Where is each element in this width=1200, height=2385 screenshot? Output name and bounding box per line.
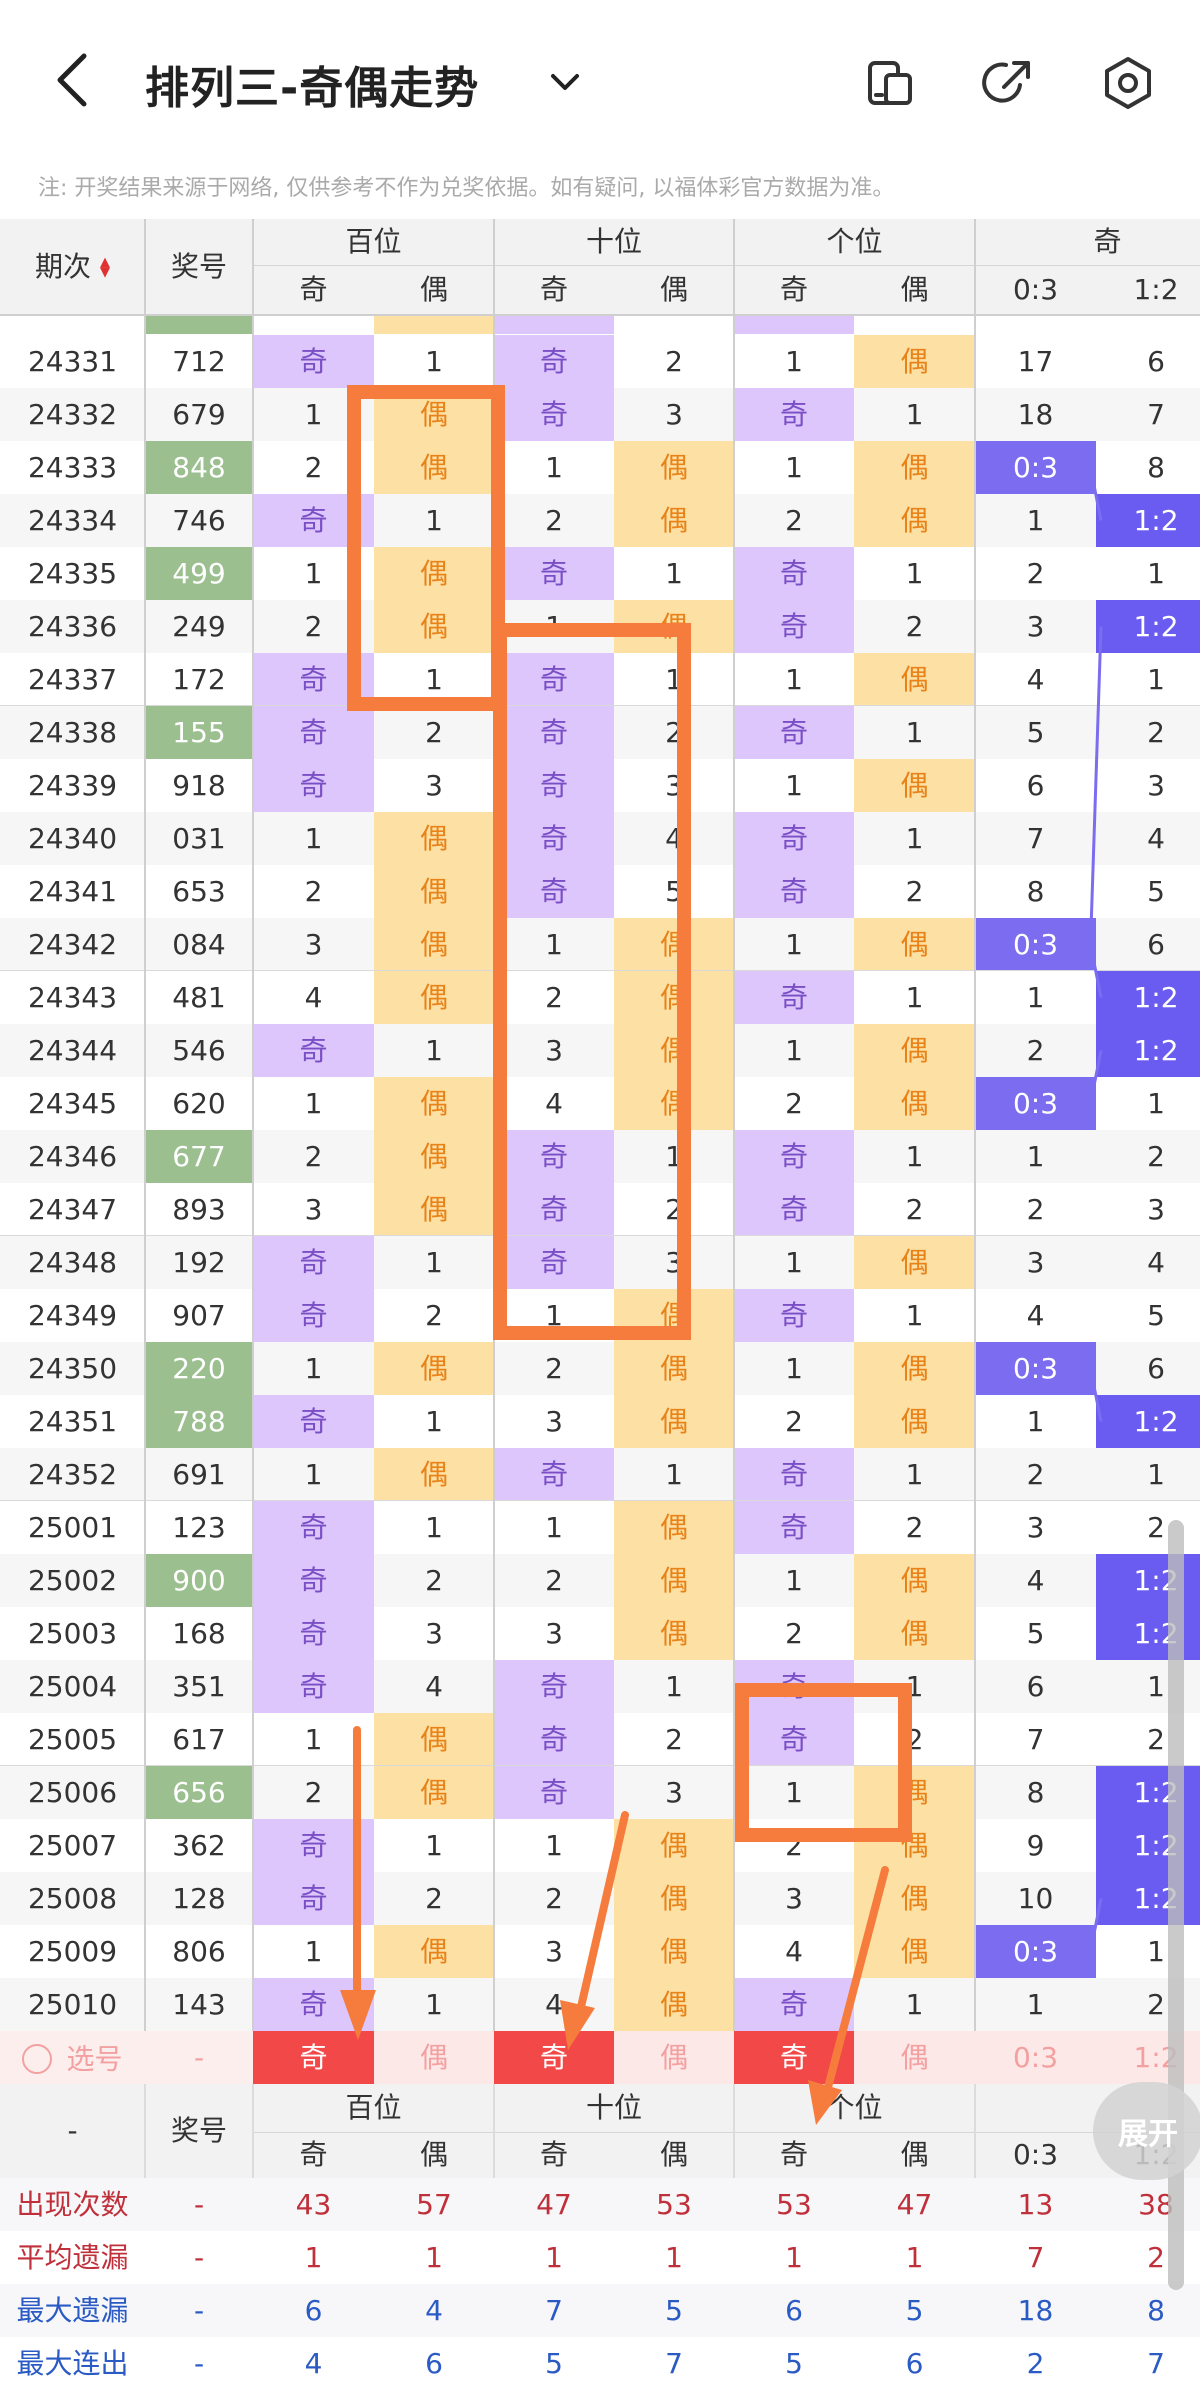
summary-label: 出现次数 xyxy=(16,2188,129,2221)
footer-sub-header: 奇 xyxy=(734,2132,854,2178)
summary-value: 7 xyxy=(545,2294,563,2327)
select-label: 选号 xyxy=(66,2042,123,2076)
summary-value: 6 xyxy=(425,2347,443,2380)
summary-value: 1 xyxy=(545,2241,563,2274)
summary-value: 6 xyxy=(304,2294,323,2327)
footer-group-header: 个位 xyxy=(734,2084,975,2132)
summary-value: 5 xyxy=(545,2347,563,2380)
summary-value: 4 xyxy=(304,2347,323,2380)
summary-value: 1 xyxy=(665,2241,683,2274)
summary-value: 1 xyxy=(425,2241,443,2274)
disclaimer-note: 注: 开奖结果来源于网络, 仅供参考不作为兑奖依据。如有疑问, 以福体彩官方数据… xyxy=(38,176,895,201)
footer-sub-header: 偶 xyxy=(614,2132,734,2178)
trend-connector xyxy=(1089,1898,1103,1952)
radio-icon[interactable] xyxy=(22,2044,53,2074)
footer-sub-header: 奇 xyxy=(494,2132,614,2178)
trend-table: 期次 ▲ ▼ 奖号 百位 十位 个位奇奇偶奇偶奇偶 0:3 1:2 24331 712 奇 1 奇 2 1 偶… xyxy=(0,219,1200,2385)
summary-value: 4 xyxy=(425,2294,443,2327)
summary-dash: - xyxy=(193,2347,205,2380)
trend-connector xyxy=(1089,626,1103,945)
summary-value: 1 xyxy=(785,2241,803,2274)
summary-value: 38 xyxy=(1138,2188,1174,2221)
summary-label: 最大遗漏 xyxy=(16,2294,129,2327)
footer-sub-header: 奇 xyxy=(253,2132,374,2178)
select-button[interactable]: 奇 xyxy=(734,2031,854,2084)
summary-value: 7 xyxy=(665,2347,683,2380)
summary-value: 5 xyxy=(905,2294,924,2327)
select-button[interactable]: 奇 xyxy=(253,2031,374,2084)
summary-dash: - xyxy=(193,2294,205,2327)
select-button[interactable]: 1:2 xyxy=(1096,2031,1200,2084)
page-title[interactable]: 排列三-奇偶走势 xyxy=(145,52,479,116)
summary-value: 6 xyxy=(905,2347,924,2380)
phone-icon[interactable] xyxy=(862,55,918,111)
footer-number-header: 奖号 xyxy=(145,2084,253,2178)
share-icon[interactable] xyxy=(980,55,1036,111)
summary-dash: - xyxy=(193,2188,205,2221)
summary-value: 53 xyxy=(776,2188,812,2221)
ratio-trend-lines xyxy=(1089,467,1103,1952)
summary-value: 6 xyxy=(785,2294,803,2327)
summary-value: 1 xyxy=(905,2241,924,2274)
trend-connector xyxy=(1089,944,1103,998)
summary-label: 最大连出 xyxy=(16,2347,129,2380)
select-row-label[interactable]: 选号 xyxy=(0,2031,145,2084)
footer-group-header: 百位 xyxy=(253,2084,494,2132)
trend-connector xyxy=(1089,467,1103,521)
summary-value: 43 xyxy=(295,2188,332,2221)
select-button[interactable]: 0:3 xyxy=(975,2031,1096,2084)
expand-button[interactable]: 展开 xyxy=(1093,2082,1200,2180)
summary-value: 2 xyxy=(1147,2241,1165,2274)
trend-connector xyxy=(1089,1050,1103,1104)
summary-label: 平均遗漏 xyxy=(16,2241,129,2274)
footer-sub-header: 偶 xyxy=(374,2132,494,2178)
summary-value: 18 xyxy=(1017,2294,1054,2327)
top-bar: 排列三-奇偶走势 xyxy=(0,0,1200,150)
summary-value: 47 xyxy=(536,2188,572,2221)
summary-value: 57 xyxy=(416,2188,452,2221)
footer-sub-header: 偶 xyxy=(854,2132,975,2178)
summary-value: 13 xyxy=(1017,2188,1054,2221)
summary-value: 7 xyxy=(1026,2241,1045,2274)
summary-value: 5 xyxy=(665,2294,683,2327)
summary-value: 53 xyxy=(656,2188,692,2221)
summary-dash: - xyxy=(193,2241,205,2274)
settings-icon[interactable] xyxy=(1100,55,1156,111)
summary-value: 5 xyxy=(785,2347,803,2380)
select-button[interactable]: 偶 xyxy=(854,2031,975,2084)
trend-connector xyxy=(1089,1368,1103,1422)
select-button[interactable]: 偶 xyxy=(374,2031,494,2084)
select-dash: - xyxy=(193,2041,205,2074)
select-button[interactable]: 奇 xyxy=(494,2031,614,2084)
footer-sub-header: 0:3 xyxy=(975,2132,1096,2178)
summary-value: 47 xyxy=(896,2188,933,2221)
footer-group-header: 十位 xyxy=(494,2084,734,2132)
chevron-down-icon[interactable] xyxy=(545,62,585,102)
footer-first: - xyxy=(0,2084,145,2178)
summary-value: 1 xyxy=(304,2241,323,2274)
select-button[interactable]: 偶 xyxy=(614,2031,734,2084)
back-icon[interactable] xyxy=(48,50,98,110)
summary-value: 7 xyxy=(1147,2347,1165,2380)
summary-value: 2 xyxy=(1026,2347,1045,2380)
summary-value: 8 xyxy=(1147,2294,1165,2327)
